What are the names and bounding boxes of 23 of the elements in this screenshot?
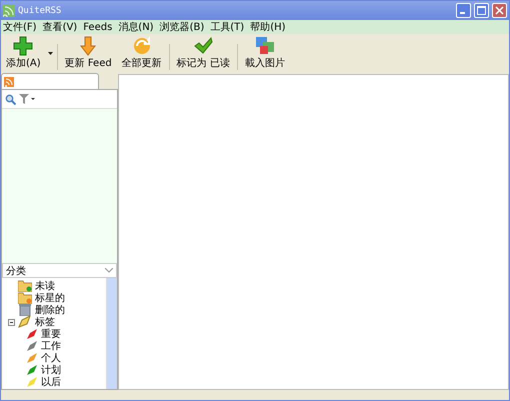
window-title: QuiteRSS [18,6,62,16]
label-item[interactable]: 重要 [41,327,61,341]
category-item[interactable]: 未读 [35,279,55,293]
toolbar-button[interactable]: 載入图片 [242,36,288,70]
label-item[interactable]: 计划 [41,363,61,377]
label-item[interactable]: 个人 [41,351,61,365]
toolbar-button[interactable]: 标记为 已读 [174,36,233,70]
menu-item[interactable]: 工具(T) [210,20,244,34]
menu-item[interactable]: 查看(V) [42,20,78,34]
toolbar-button[interactable]: 全部更新 [118,36,165,70]
category-item[interactable]: 标星的 [35,291,65,305]
category-item[interactable]: 删除的 [35,303,65,317]
toolbar-button[interactable]: 更新 Feed [62,36,115,70]
menu-item[interactable]: 浏览器(B) [160,20,204,34]
menu-item[interactable]: Feeds [83,22,112,32]
label-item[interactable]: 以后 [41,375,61,389]
menu-item[interactable]: 文件(F) [3,20,37,34]
label-item[interactable]: 工作 [41,339,61,353]
category-dropdown[interactable]: 分类 [2,263,117,278]
toolbar-button[interactable]: 添加(A) [3,36,44,70]
menu-item[interactable]: 消息(N) [118,20,154,34]
menu-item[interactable]: 帮助(H) [250,20,286,34]
category-item[interactable]: 标签 [35,315,55,329]
